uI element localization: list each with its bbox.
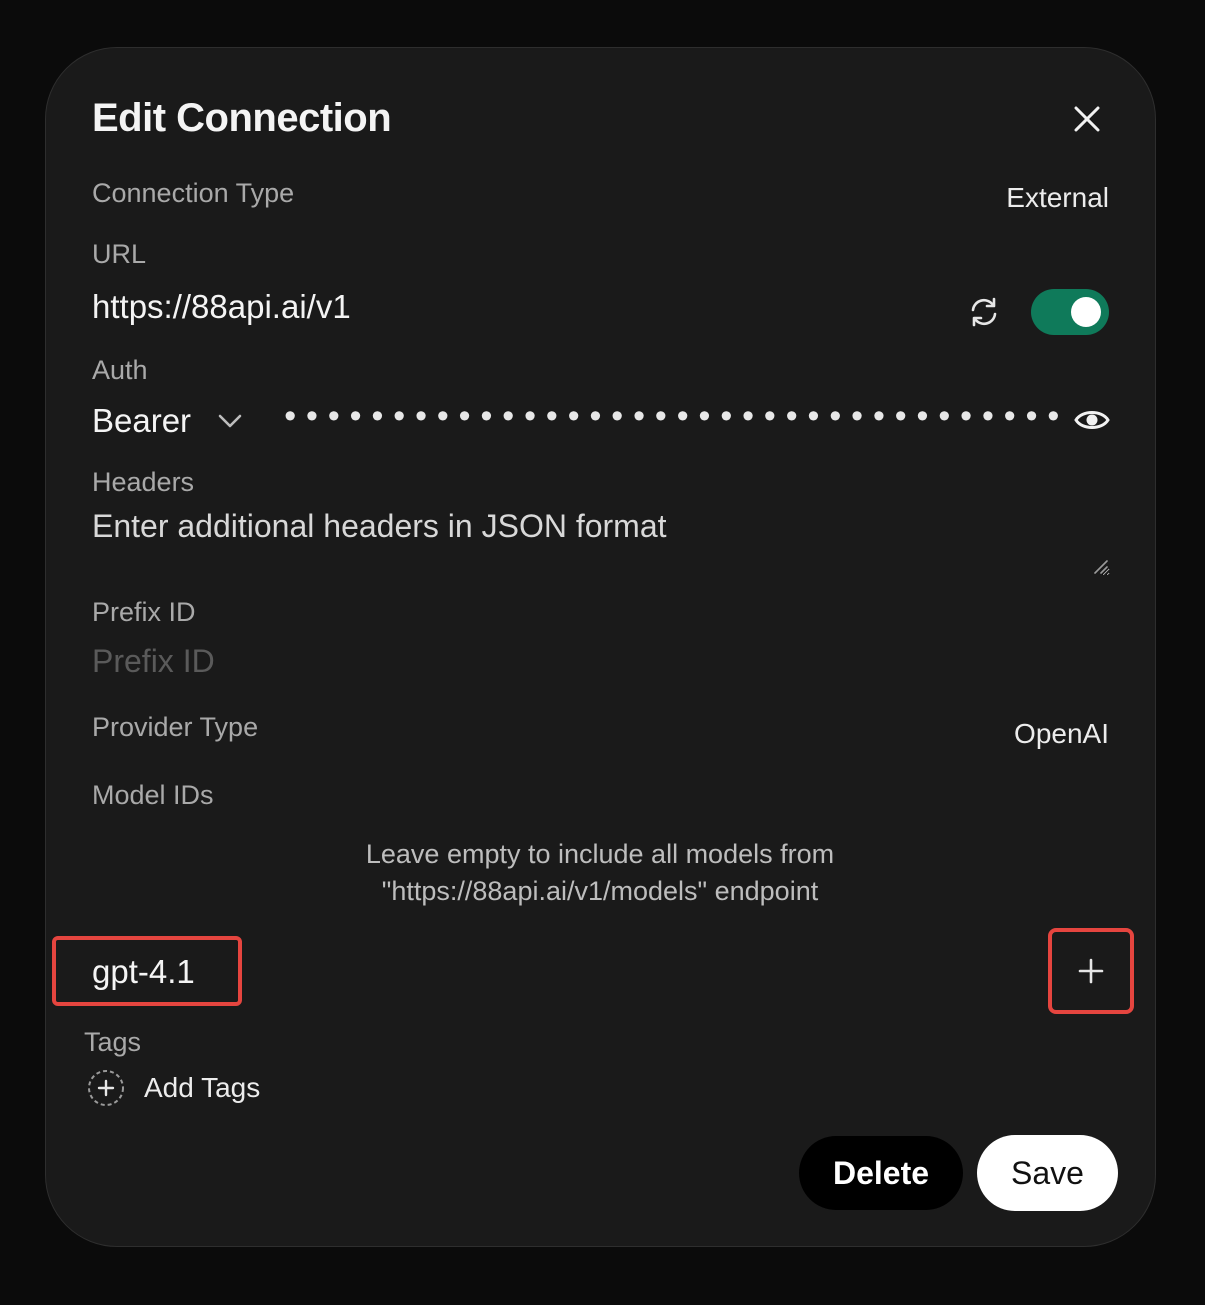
api-key-input[interactable]: ••••••••••••••••••••••••••••••••••••••••… xyxy=(280,400,1060,440)
chevron-down-icon xyxy=(218,414,242,428)
add-tags-button[interactable]: Add Tags xyxy=(86,1068,260,1108)
model-ids-hint-line1: Leave empty to include all models from xyxy=(365,839,835,869)
resize-handle-icon[interactable] xyxy=(1092,558,1108,574)
auth-type-value: Bearer xyxy=(92,402,192,439)
close-button[interactable] xyxy=(1064,96,1110,142)
save-button[interactable]: Save xyxy=(977,1135,1118,1211)
tags-label: Tags xyxy=(84,1027,142,1057)
toggle-key-visibility-button[interactable] xyxy=(1070,398,1114,442)
url-label: URL xyxy=(92,239,147,269)
plus-circle-icon xyxy=(88,1070,124,1106)
verify-connection-button[interactable] xyxy=(962,290,1006,334)
add-model-button[interactable] xyxy=(1048,928,1134,1014)
model-ids-hint: Leave empty to include all models from "… xyxy=(200,836,1000,910)
refresh-icon xyxy=(971,297,997,327)
switch-knob xyxy=(1071,297,1101,327)
auth-label: Auth xyxy=(92,355,148,385)
eye-icon xyxy=(1074,411,1110,429)
plus-icon xyxy=(1078,958,1104,984)
dialog-title: Edit Connection xyxy=(92,96,392,140)
headers-textarea[interactable] xyxy=(92,508,1110,576)
delete-button[interactable]: Delete xyxy=(799,1136,963,1210)
provider-type-toggle[interactable]: OpenAI xyxy=(1014,718,1109,750)
headers-label: Headers xyxy=(92,467,195,497)
prefix-id-input[interactable] xyxy=(92,640,692,682)
auth-type-select[interactable]: Bearer xyxy=(92,398,243,444)
connection-type-toggle[interactable]: External xyxy=(1006,182,1109,214)
model-ids-label: Model IDs xyxy=(92,780,214,810)
model-ids-hint-line2: "https://88api.ai/v1/models" endpoint xyxy=(381,876,819,906)
close-icon xyxy=(1074,106,1100,132)
connection-type-label: Connection Type xyxy=(92,178,295,208)
provider-type-label: Provider Type xyxy=(92,712,259,742)
url-value[interactable]: https://88api.ai/v1 xyxy=(92,288,351,326)
prefix-id-label: Prefix ID xyxy=(92,597,196,627)
model-id-input[interactable] xyxy=(92,950,992,994)
connection-enabled-switch[interactable] xyxy=(1031,289,1109,335)
add-tags-label: Add Tags xyxy=(144,1072,261,1103)
